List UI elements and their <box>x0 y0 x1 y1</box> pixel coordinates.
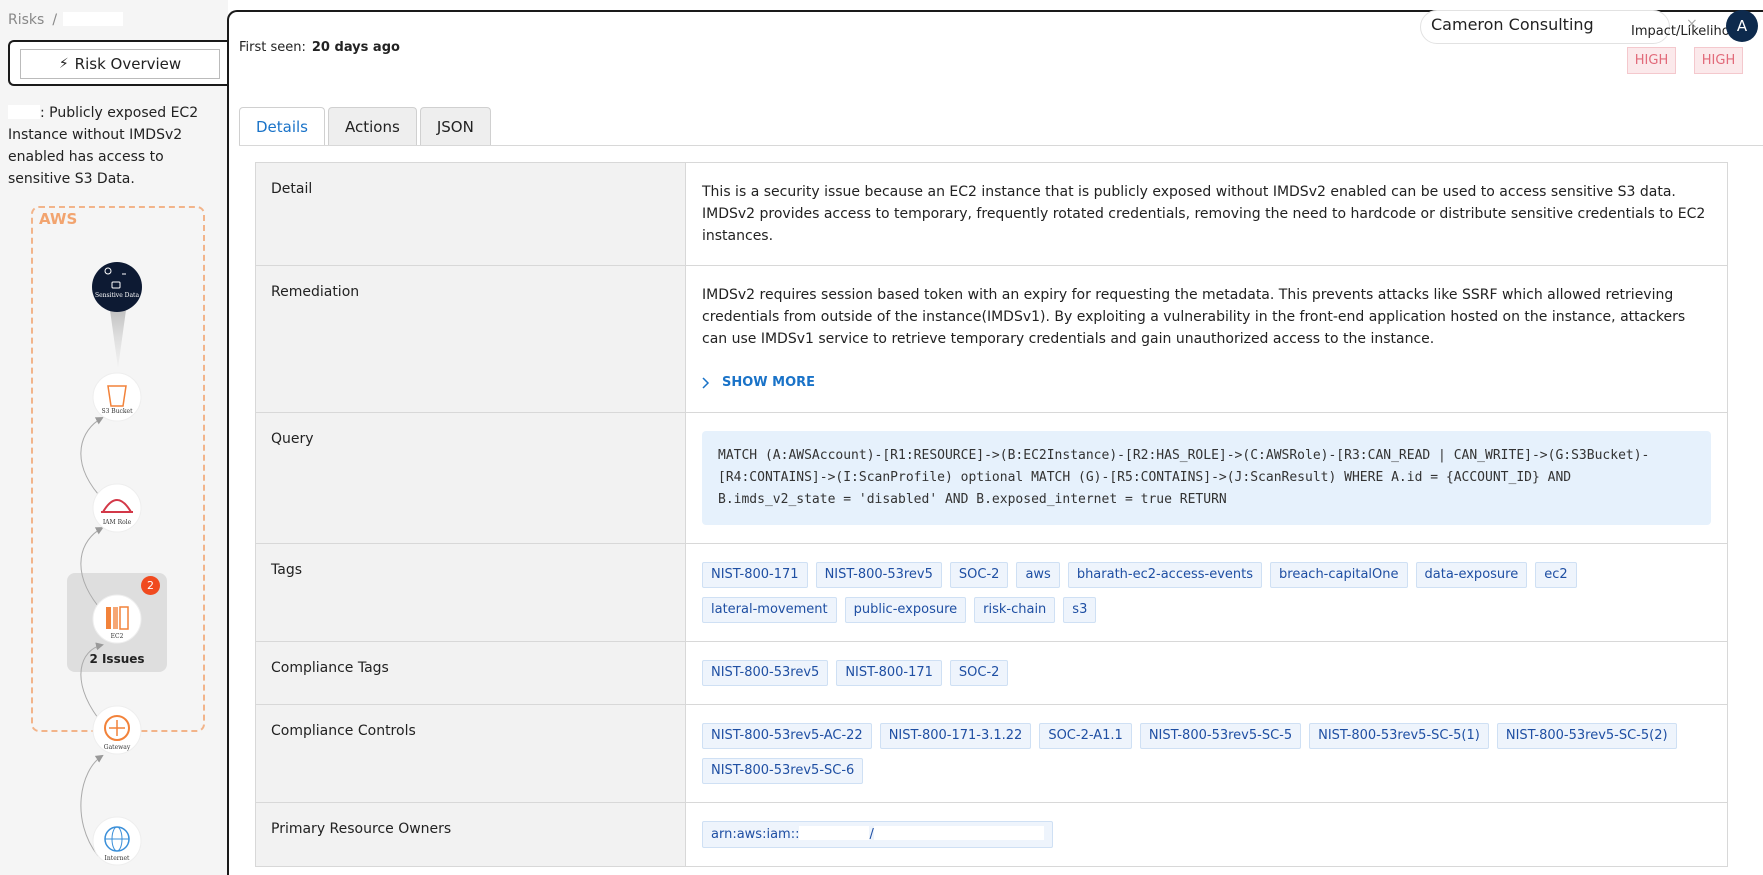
impact-badge: HIGH <box>1627 47 1676 74</box>
tab-json[interactable]: JSON <box>419 107 491 145</box>
compliance-controls-list: NIST-800-53rev5-AC-22 NIST-800-171-3.1.2… <box>702 723 1711 784</box>
tag-chip: NIST-800-53rev5 <box>815 562 942 588</box>
tags-label: Tags <box>256 544 686 641</box>
show-more-button[interactable]: SHOW MORE <box>702 372 1711 394</box>
organization-name: Cameron Consulting <box>1431 15 1594 34</box>
tab-actions[interactable]: Actions <box>328 107 417 145</box>
details-table: Detail This is a security issue because … <box>255 162 1728 867</box>
sensitive-data-node[interactable] <box>92 262 142 312</box>
control-chip: SOC-2-A1.1 <box>1039 723 1132 749</box>
first-seen: First seen: 20 days ago <box>239 40 400 55</box>
owner-redacted <box>799 826 870 840</box>
first-seen-value: 20 days ago <box>311 40 400 55</box>
compliance-tags-cell: NIST-800-53rev5 NIST-800-171 SOC-2 <box>686 642 1727 704</box>
connector-iam-s3 <box>80 417 104 495</box>
avatar[interactable]: A <box>1726 10 1758 42</box>
control-chip: NIST-800-53rev5-AC-22 <box>702 723 872 749</box>
node-caption-gateway: Gateway <box>103 744 131 751</box>
control-chip: NIST-800-171-3.1.22 <box>879 723 1032 749</box>
control-chip: NIST-800-53rev5-SC-5(2) <box>1496 723 1677 749</box>
remediation-cell: IMDSv2 requires session based token with… <box>686 266 1727 412</box>
node-caption-ec2: EC2 <box>110 633 124 640</box>
tag-chip: public-exposure <box>844 597 967 623</box>
owner-chip: arn:aws:iam:: / <box>702 821 1053 848</box>
control-chip: NIST-800-53rev5-SC-6 <box>702 758 864 784</box>
owner-arn-prefix: arn:aws:iam:: <box>711 827 800 842</box>
tag-chip: aws <box>1016 562 1060 588</box>
table-row: Primary Resource Owners arn:aws:iam:: / <box>256 803 1727 867</box>
owners-list: arn:aws:iam:: / <box>702 821 1711 848</box>
compliance-controls-cell: NIST-800-53rev5-AC-22 NIST-800-171-3.1.2… <box>686 705 1727 802</box>
tag-chip: risk-chain <box>974 597 1056 623</box>
first-seen-label: First seen: <box>239 40 306 55</box>
query-text: MATCH (A:AWSAccount)-[R1:RESOURCE]->(B:E… <box>702 431 1711 525</box>
tag-chip: lateral-movement <box>702 597 837 623</box>
node-caption-iam: IAM Role <box>102 519 132 526</box>
query-label: Query <box>256 413 686 543</box>
table-row: Detail This is a security issue because … <box>256 163 1727 266</box>
compliance-tag-chip: NIST-800-171 <box>836 660 942 686</box>
owners-cell: arn:aws:iam:: / <box>686 803 1727 866</box>
owners-label: Primary Resource Owners <box>256 803 686 866</box>
query-cell: MATCH (A:AWSAccount)-[R1:RESOURCE]->(B:E… <box>686 413 1727 543</box>
tab-divider <box>239 145 1763 146</box>
tag-chip: breach-capitalOne <box>1270 562 1408 588</box>
connector-gateway-ec2 <box>80 642 104 719</box>
tag-chip: s3 <box>1063 597 1097 623</box>
tab-details[interactable]: Details <box>239 107 326 145</box>
table-row: Tags NIST-800-171 NIST-800-53rev5 SOC-2 … <box>256 544 1727 642</box>
table-row: Remediation IMDSv2 requires session base… <box>256 266 1727 413</box>
owner-redacted <box>873 826 1044 840</box>
tag-chip: data-exposure <box>1415 562 1528 588</box>
likelihood-badge: HIGH <box>1694 47 1743 74</box>
show-more-label: SHOW MORE <box>722 375 816 390</box>
tag-chip: NIST-800-171 <box>702 562 808 588</box>
connector-sensitive-s3 <box>110 310 126 368</box>
compliance-tag-chip: NIST-800-53rev5 <box>702 660 829 686</box>
detail-text: This is a security issue because an EC2 … <box>702 184 1706 244</box>
tags-cell: NIST-800-171 NIST-800-53rev5 SOC-2 aws b… <box>686 544 1727 641</box>
chevron-right-icon <box>702 377 710 389</box>
node-caption-internet: Internet <box>104 855 130 862</box>
node-caption-s3: S3 Bucket <box>101 408 133 415</box>
compliance-controls-label: Compliance Controls <box>256 705 686 802</box>
control-chip: NIST-800-53rev5-SC-5 <box>1139 723 1302 749</box>
node-caption-sensitive: Sensitive Data <box>94 292 140 299</box>
tags-list: NIST-800-171 NIST-800-53rev5 SOC-2 aws b… <box>702 562 1711 623</box>
risk-graph-panel: Risks / ⚡ Risk Overview : Publicly expose… <box>0 0 248 875</box>
table-row: Query MATCH (A:AWSAccount)-[R1:RESOURCE]… <box>256 413 1727 544</box>
compliance-tag-chip: SOC-2 <box>949 660 1009 686</box>
table-row: Compliance Controls NIST-800-53rev5-AC-2… <box>256 705 1727 803</box>
detail-tabs: Details Actions JSON <box>239 107 494 145</box>
tag-chip: SOC-2 <box>949 562 1009 588</box>
tag-chip: ec2 <box>1535 562 1577 588</box>
detail-label: Detail <box>256 163 686 265</box>
table-row: Compliance Tags NIST-800-53rev5 NIST-800… <box>256 642 1727 705</box>
compliance-tags-list: NIST-800-53rev5 NIST-800-171 SOC-2 <box>702 660 1711 686</box>
connector-ec2-iam <box>80 527 104 607</box>
remediation-label: Remediation <box>256 266 686 412</box>
control-chip: NIST-800-53rev5-SC-5(1) <box>1309 723 1489 749</box>
compliance-tags-label: Compliance Tags <box>256 642 686 704</box>
remediation-text: IMDSv2 requires session based token with… <box>702 287 1686 347</box>
tag-chip: bharath-ec2-access-events <box>1067 562 1263 588</box>
